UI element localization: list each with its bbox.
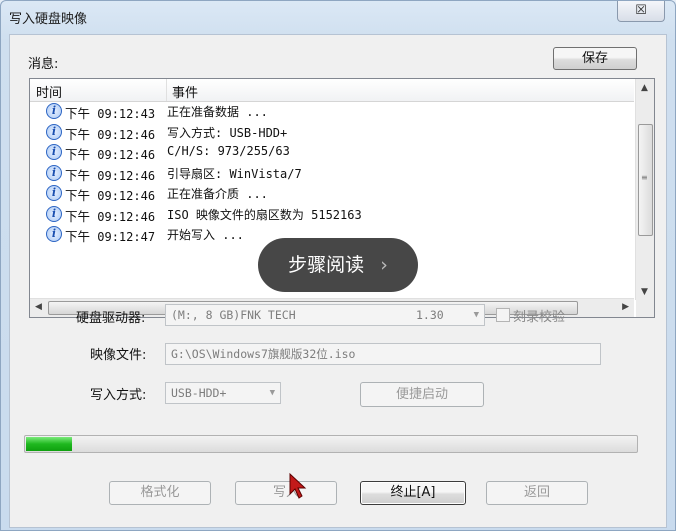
- back-button[interactable]: 返回: [486, 481, 588, 505]
- log-clock: 09:12:47: [97, 230, 156, 244]
- step-reading-overlay[interactable]: 步骤阅读 ›: [258, 238, 418, 292]
- info-icon: i: [46, 185, 62, 201]
- log-event: 正在准备数据 ...: [167, 105, 268, 119]
- log-time: 下午 09:12:46: [65, 185, 155, 204]
- log-clock: 09:12:46: [97, 168, 156, 183]
- drive-label: 硬盘驱动器:: [76, 311, 146, 326]
- log-clock: 09:12:43: [97, 107, 156, 121]
- column-divider[interactable]: [166, 79, 167, 101]
- info-icon: i: [46, 123, 62, 140]
- title-bar[interactable]: 写入硬盘映像 ☒: [1, 1, 675, 33]
- drive-select[interactable]: (M:, 8 GB)FNK TECH 1.30 ▼: [165, 304, 485, 326]
- log-event: ISO 映像文件的扇区数为 5152163: [167, 207, 362, 222]
- format-button[interactable]: 格式化: [109, 481, 211, 505]
- log-row[interactable]: i 下午 09:12:46 写入方式: USB-HDD+: [30, 122, 634, 142]
- log-ampm: 下午: [65, 229, 91, 244]
- info-icon: i: [46, 205, 62, 222]
- chevron-down-icon[interactable]: ▼: [270, 383, 275, 403]
- log-event: 正在准备介质 ...: [167, 187, 268, 201]
- scroll-corner: [636, 299, 654, 317]
- log-time: 下午 09:12:46: [65, 165, 155, 184]
- write-progress-bar: [24, 435, 638, 453]
- log-time: 下午 09:12:46: [65, 144, 155, 163]
- log-event: 引导扇区: WinVista/7: [167, 166, 302, 181]
- grip-icon: ≡: [641, 173, 648, 182]
- progress-fill: [26, 437, 72, 451]
- scroll-left-icon[interactable]: ◀: [35, 302, 42, 312]
- quick-boot-button[interactable]: 便捷启动: [360, 382, 484, 407]
- drive-value: (M:, 8 GB)FNK TECH: [171, 308, 296, 322]
- save-button[interactable]: 保存: [553, 47, 637, 70]
- image-file-field[interactable]: G:\OS\Windows7旗舰版32位.iso: [165, 343, 601, 365]
- log-ampm: 下午: [65, 188, 91, 203]
- log-ampm: 下午: [65, 147, 91, 162]
- column-header-event[interactable]: 事件: [172, 82, 198, 101]
- close-button[interactable]: ☒: [617, 1, 665, 22]
- write-button[interactable]: 写入: [235, 481, 337, 505]
- scroll-down-icon[interactable]: ▼: [641, 287, 648, 297]
- log-ampm: 下午: [65, 167, 91, 183]
- log-time: 下午 09:12:47: [65, 226, 155, 245]
- log-time: 下午 09:12:46: [65, 124, 155, 143]
- stop-button[interactable]: 终止[A]: [360, 481, 466, 505]
- log-event: 写入方式: USB-HDD+: [167, 125, 288, 140]
- info-icon: i: [46, 144, 62, 160]
- log-ampm: 下午: [65, 126, 91, 142]
- log-clock: 09:12:46: [97, 209, 156, 224]
- log-clock: 09:12:46: [97, 127, 156, 142]
- log-row[interactable]: i 下午 09:12:46 引导扇区: WinVista/7: [30, 163, 634, 183]
- close-icon: ☒: [635, 3, 647, 18]
- image-file-label: 映像文件:: [90, 348, 147, 363]
- verify-checkbox[interactable]: [496, 308, 510, 322]
- info-icon: i: [46, 164, 62, 181]
- vertical-scroll-thumb[interactable]: ≡: [638, 124, 653, 236]
- info-icon: i: [46, 226, 62, 242]
- overlay-text: 步骤阅读: [288, 254, 365, 276]
- drive-version: 1.30: [416, 308, 444, 322]
- log-time: 下午 09:12:46: [65, 206, 155, 225]
- write-mode-label: 写入方式:: [90, 388, 147, 403]
- log-row[interactable]: i 下午 09:12:43 正在准备数据 ...: [30, 101, 634, 121]
- verify-label: 刻录校验: [513, 310, 566, 325]
- window-title: 写入硬盘映像: [9, 12, 88, 27]
- messages-label: 消息:: [28, 57, 59, 72]
- scroll-right-icon[interactable]: ▶: [622, 302, 629, 312]
- log-header: 时间 事件: [30, 79, 634, 102]
- log-ampm: 下午: [65, 208, 91, 224]
- chevron-down-icon[interactable]: ▼: [474, 305, 479, 325]
- log-ampm: 下午: [65, 106, 91, 121]
- mouse-cursor-icon: [289, 472, 307, 499]
- chevron-right-icon: ›: [380, 254, 388, 276]
- log-clock: 09:12:46: [97, 148, 156, 162]
- write-mode-select[interactable]: USB-HDD+ ▼: [165, 382, 281, 404]
- log-time: 下午 09:12:43: [65, 103, 155, 122]
- vertical-scrollbar[interactable]: ▲ ≡ ▼: [635, 79, 654, 300]
- scroll-up-icon[interactable]: ▲: [641, 83, 648, 93]
- write-mode-value: USB-HDD+: [171, 386, 227, 400]
- log-row[interactable]: i 下午 09:12:46 正在准备介质 ...: [30, 183, 634, 203]
- log-row[interactable]: i 下午 09:12:46 ISO 映像文件的扇区数为 5152163: [30, 204, 634, 224]
- log-event: C/H/S: 973/255/63: [167, 144, 290, 158]
- log-event: 开始写入 ...: [167, 228, 244, 242]
- log-row[interactable]: i 下午 09:12:46 C/H/S: 973/255/63: [30, 142, 634, 162]
- log-clock: 09:12:46: [97, 189, 156, 203]
- info-icon: i: [46, 103, 62, 119]
- column-header-time[interactable]: 时间: [36, 82, 62, 101]
